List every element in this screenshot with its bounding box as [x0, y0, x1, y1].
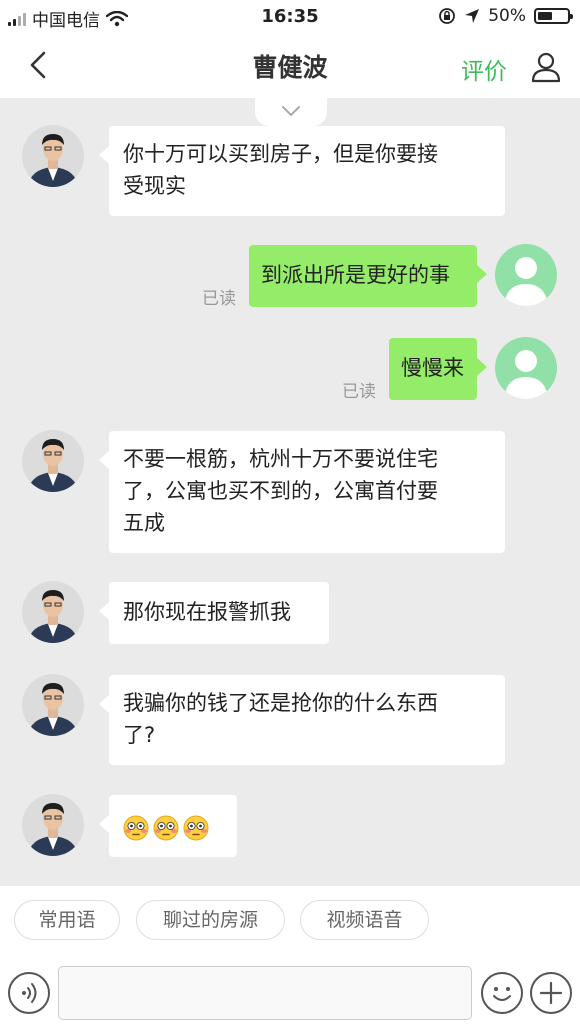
user-profile-icon[interactable] — [530, 51, 562, 83]
status-right: 50% — [438, 6, 573, 26]
message-bubble-sent: 慢慢来 — [389, 338, 487, 400]
nav-bar: 曹健波 评价 — [0, 34, 580, 98]
history-pull-tab[interactable] — [255, 98, 327, 126]
agent-photo-icon — [22, 125, 84, 187]
plus-icon — [539, 981, 563, 1005]
default-user-avatar-icon — [495, 337, 557, 399]
message-text: 慢慢来 — [401, 356, 464, 380]
chevron-down-icon — [282, 106, 300, 117]
agent-photo-icon — [22, 794, 84, 856]
message-bubble-received: 那你现在报警抓我 — [99, 582, 329, 644]
agent-photo-icon — [22, 674, 84, 736]
message-line: 我骗你的钱了还是抢你的什么东西 — [123, 691, 438, 715]
voice-icon — [22, 983, 37, 1003]
message-bubble-received: 不要一根筋，杭州十万不要说住宅 了，公寓也买不到的，公寓首付要 五成 — [99, 431, 505, 553]
message-line: 受现实 — [123, 174, 186, 198]
orientation-lock-icon — [439, 8, 456, 24]
message-input[interactable] — [58, 966, 472, 1020]
quick-reply-viewed-listings[interactable]: 聊过的房源 — [136, 900, 285, 940]
message-bubble-sent: 到派出所是更好的事 — [249, 245, 487, 307]
more-actions-button[interactable] — [530, 972, 572, 1014]
message-line: 了，公寓也买不到的，公寓首付要 — [123, 479, 438, 503]
flushed-face-icon — [123, 815, 149, 841]
read-receipt: 已读 — [202, 289, 236, 309]
quick-reply-video-voice[interactable]: 视频语音 — [300, 900, 429, 940]
flushed-face-icon — [183, 815, 209, 841]
rate-button[interactable]: 评价 — [461, 52, 507, 86]
voice-input-button[interactable] — [8, 972, 50, 1014]
my-avatar[interactable] — [495, 244, 557, 306]
message-text: 那你现在报警抓我 — [123, 600, 291, 624]
message-line: 你十万可以买到房子，但是你要接 — [123, 142, 438, 166]
smiley-icon — [493, 987, 511, 1001]
back-chevron-icon[interactable] — [24, 50, 54, 80]
default-user-avatar-icon — [495, 244, 557, 306]
battery-percent: 50% — [488, 6, 526, 26]
status-bar: 中国电信 16:35 50% — [0, 0, 580, 34]
flushed-face-icon — [153, 815, 179, 841]
agent-avatar[interactable] — [22, 794, 84, 856]
read-receipt: 已读 — [342, 382, 376, 402]
message-bubble-received: 我骗你的钱了还是抢你的什么东西 了? — [99, 675, 505, 765]
message-line: 不要一根筋，杭州十万不要说住宅 — [123, 447, 438, 471]
message-text: 到派出所是更好的事 — [261, 263, 450, 287]
agent-photo-icon — [22, 430, 84, 492]
agent-photo-icon — [22, 581, 84, 643]
agent-avatar[interactable] — [22, 674, 84, 736]
emoji-button[interactable] — [481, 972, 523, 1014]
location-arrow-icon — [465, 9, 480, 23]
agent-avatar[interactable] — [22, 430, 84, 492]
battery-icon — [534, 8, 573, 24]
message-line: 五成 — [123, 511, 165, 535]
quick-reply-common-phrases[interactable]: 常用语 — [14, 900, 120, 940]
agent-avatar[interactable] — [22, 125, 84, 187]
input-row — [0, 964, 580, 1032]
message-line: 了? — [123, 723, 156, 747]
my-avatar[interactable] — [495, 337, 557, 399]
message-bubble-received — [99, 795, 237, 857]
agent-avatar[interactable] — [22, 581, 84, 643]
message-bubble-received: 你十万可以买到房子，但是你要接 受现实 — [99, 126, 505, 216]
